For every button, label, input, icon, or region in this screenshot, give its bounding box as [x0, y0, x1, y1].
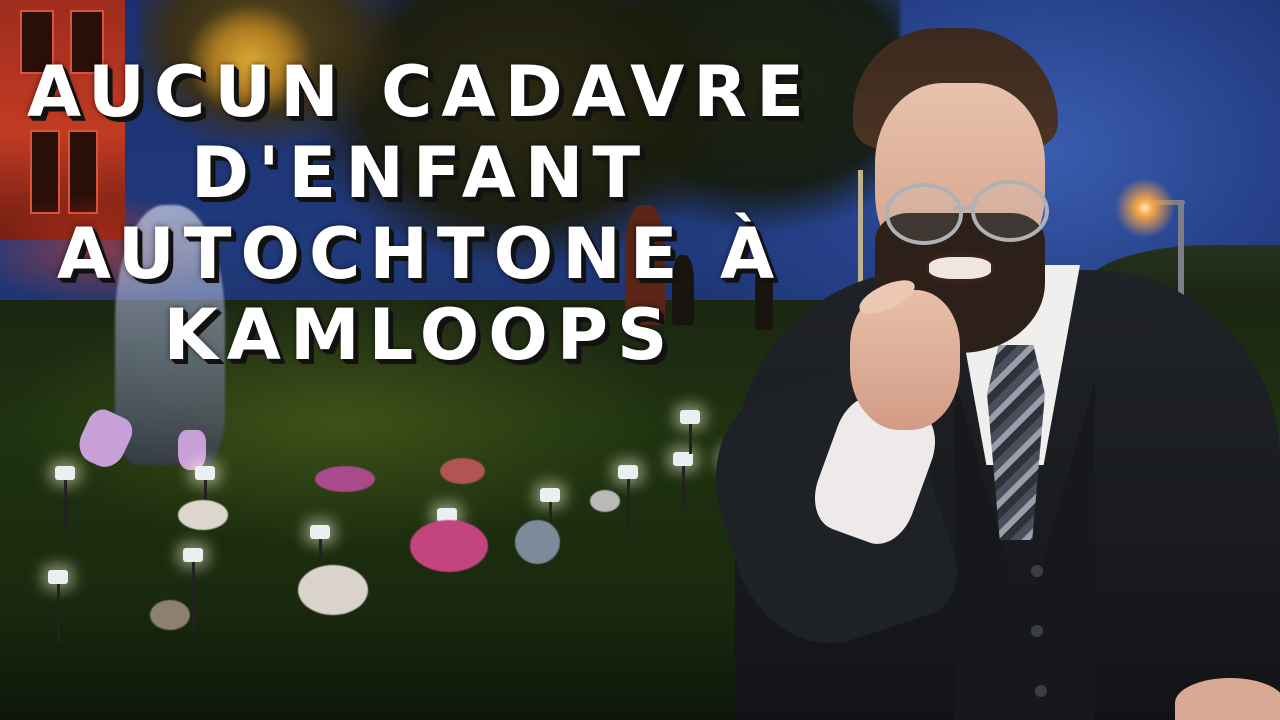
stuffed-toy: [440, 458, 485, 484]
stuffed-toy: [315, 466, 375, 492]
stuffed-toy: [590, 490, 620, 512]
resting-hand: [1175, 678, 1280, 720]
vest-button: [1035, 685, 1047, 697]
solar-light: [673, 452, 693, 506]
vest-button: [1031, 565, 1043, 577]
stuffed-toy: [410, 520, 488, 572]
stuffed-toy: [178, 500, 228, 530]
solar-light: [618, 465, 638, 534]
mouth: [925, 253, 995, 283]
stuffed-toy: [298, 565, 368, 615]
thumbnail: AUCUN CADAVRE D'ENFANT AUTOCHTONE À KAML…: [0, 0, 1280, 720]
glasses-lens-right: [971, 180, 1049, 242]
headline-line: AUCUN CADAVRE: [27, 51, 813, 133]
presenter-head: [853, 28, 1063, 353]
headline-line: AUTOCHTONE À: [56, 213, 784, 295]
headline: AUCUN CADAVRE D'ENFANT AUTOCHTONE À KAML…: [0, 52, 840, 376]
stuffed-toy: [150, 600, 190, 630]
solar-light: [680, 410, 700, 454]
glasses-lens-left: [885, 183, 963, 245]
solar-light: [55, 466, 75, 530]
headline-line: D'ENFANT: [190, 132, 650, 214]
solar-light: [48, 570, 68, 644]
glasses-bridge: [953, 206, 975, 210]
child-boot: [178, 430, 206, 470]
headline-line: KAMLOOPS: [163, 294, 677, 376]
stuffed-toy: [515, 520, 560, 564]
vest-button: [1031, 625, 1043, 637]
